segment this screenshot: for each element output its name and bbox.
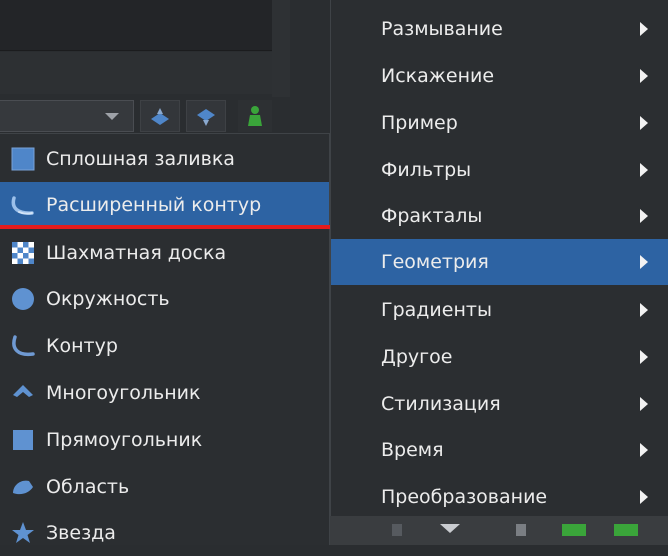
toolbar-icon: [392, 524, 402, 536]
toolbar-icon: [562, 524, 586, 536]
chevron-down-icon: [105, 113, 119, 120]
menu-item-example[interactable]: Пример: [331, 100, 668, 146]
person-icon: [248, 106, 262, 126]
chevron-right-icon: [640, 209, 648, 223]
menu-item-polygon[interactable]: Многоугольник: [0, 370, 329, 416]
menu-item-label: Окружность: [46, 288, 170, 310]
menu-item-label: Градиенты: [381, 299, 492, 321]
menu-item-label: Геометрия: [381, 251, 489, 273]
menu-item-label: Сплошная заливка: [46, 148, 235, 170]
menu-item-fractals[interactable]: Фракталы: [331, 193, 668, 239]
background-toolbar-strip: [0, 52, 272, 94]
menu-item-label: Стилизация: [381, 393, 501, 415]
region-icon: [10, 474, 36, 500]
submenu-geometry: Сплошная заливка Расширенный контур Шахм…: [0, 133, 330, 545]
toolbar-icon: [516, 524, 526, 536]
menu-item-label: Область: [46, 476, 130, 498]
layer-raise-icon: [151, 108, 169, 125]
advanced-outline-icon: [10, 192, 36, 218]
chevron-right-icon: [640, 163, 648, 177]
outline-icon: [10, 333, 36, 359]
rectangle-icon: [10, 427, 36, 453]
menu-item-outline[interactable]: Контур: [0, 323, 329, 369]
menu-item-label: Преобразование: [381, 486, 548, 508]
menu-item-label: Пример: [381, 112, 458, 134]
menu-item-region[interactable]: Область: [0, 464, 329, 510]
menu-item-label: Звезда: [46, 522, 116, 544]
menu-item-label: Прямоугольник: [46, 429, 203, 451]
background-panel: [0, 0, 272, 51]
toolbar-icon: [440, 524, 460, 533]
chevron-right-icon: [640, 116, 648, 130]
layer-lower-button[interactable]: [186, 100, 226, 132]
menu-item-label: Размывание: [381, 18, 503, 40]
menu-item-filters[interactable]: Фильтры: [331, 147, 668, 193]
menu-item-label: Время: [381, 439, 444, 461]
chevron-right-icon: [640, 303, 648, 317]
menu-item-time[interactable]: Время: [331, 427, 668, 473]
menu-item-star[interactable]: Звезда: [0, 510, 329, 556]
menu-item-label: Шахматная доска: [46, 242, 227, 264]
background-scrollbar: [272, 0, 290, 97]
menu-item-advanced-outline[interactable]: Расширенный контур: [0, 182, 329, 228]
layer-add-button[interactable]: [238, 100, 272, 132]
checkerboard-icon: [10, 240, 36, 266]
menu-item-label: Фильтры: [381, 159, 472, 181]
menu-item-rectangle[interactable]: Прямоугольник: [0, 417, 329, 463]
star-icon: [10, 520, 36, 546]
menu-item-transform[interactable]: Преобразование: [331, 474, 668, 520]
chevron-right-icon: [640, 22, 648, 36]
menu-item-gradients[interactable]: Градиенты: [331, 287, 668, 333]
menu-item-label: Контур: [46, 335, 118, 357]
chevron-right-icon: [640, 443, 648, 457]
circle-icon: [10, 286, 36, 312]
chevron-right-icon: [640, 350, 648, 364]
menu-item-circle[interactable]: Окружность: [0, 276, 329, 322]
toolbar-icon: [614, 524, 638, 536]
menu-item-distortion[interactable]: Искажение: [331, 53, 668, 99]
polygon-icon: [10, 380, 36, 406]
layer-type-dropdown[interactable]: [0, 100, 134, 132]
layer-raise-button[interactable]: [140, 100, 180, 132]
menu-item-checkerboard[interactable]: Шахматная доска: [0, 230, 329, 276]
menu-item-other[interactable]: Другое: [331, 334, 668, 380]
menu-item-label: Искажение: [381, 65, 495, 87]
submenu-categories: Размывание Искажение Пример Фильтры Фрак…: [330, 0, 668, 516]
solid-fill-icon: [10, 146, 36, 172]
menu-item-blur[interactable]: Размывание: [331, 6, 668, 52]
menu-item-label: Фракталы: [381, 205, 483, 227]
annotation-underline: [0, 225, 330, 229]
layer-lower-icon: [197, 109, 215, 126]
chevron-right-icon: [640, 490, 648, 504]
chevron-right-icon: [640, 397, 648, 411]
menu-item-geometry[interactable]: Геометрия: [331, 239, 668, 285]
menu-item-solid-fill[interactable]: Сплошная заливка: [0, 136, 329, 182]
menu-item-stylize[interactable]: Стилизация: [331, 381, 668, 427]
menu-item-label: Расширенный контур: [46, 194, 262, 216]
chevron-right-icon: [640, 69, 648, 83]
menu-item-label: Другое: [381, 346, 453, 368]
menu-item-label: Многоугольник: [46, 382, 201, 404]
chevron-right-icon: [640, 255, 648, 269]
